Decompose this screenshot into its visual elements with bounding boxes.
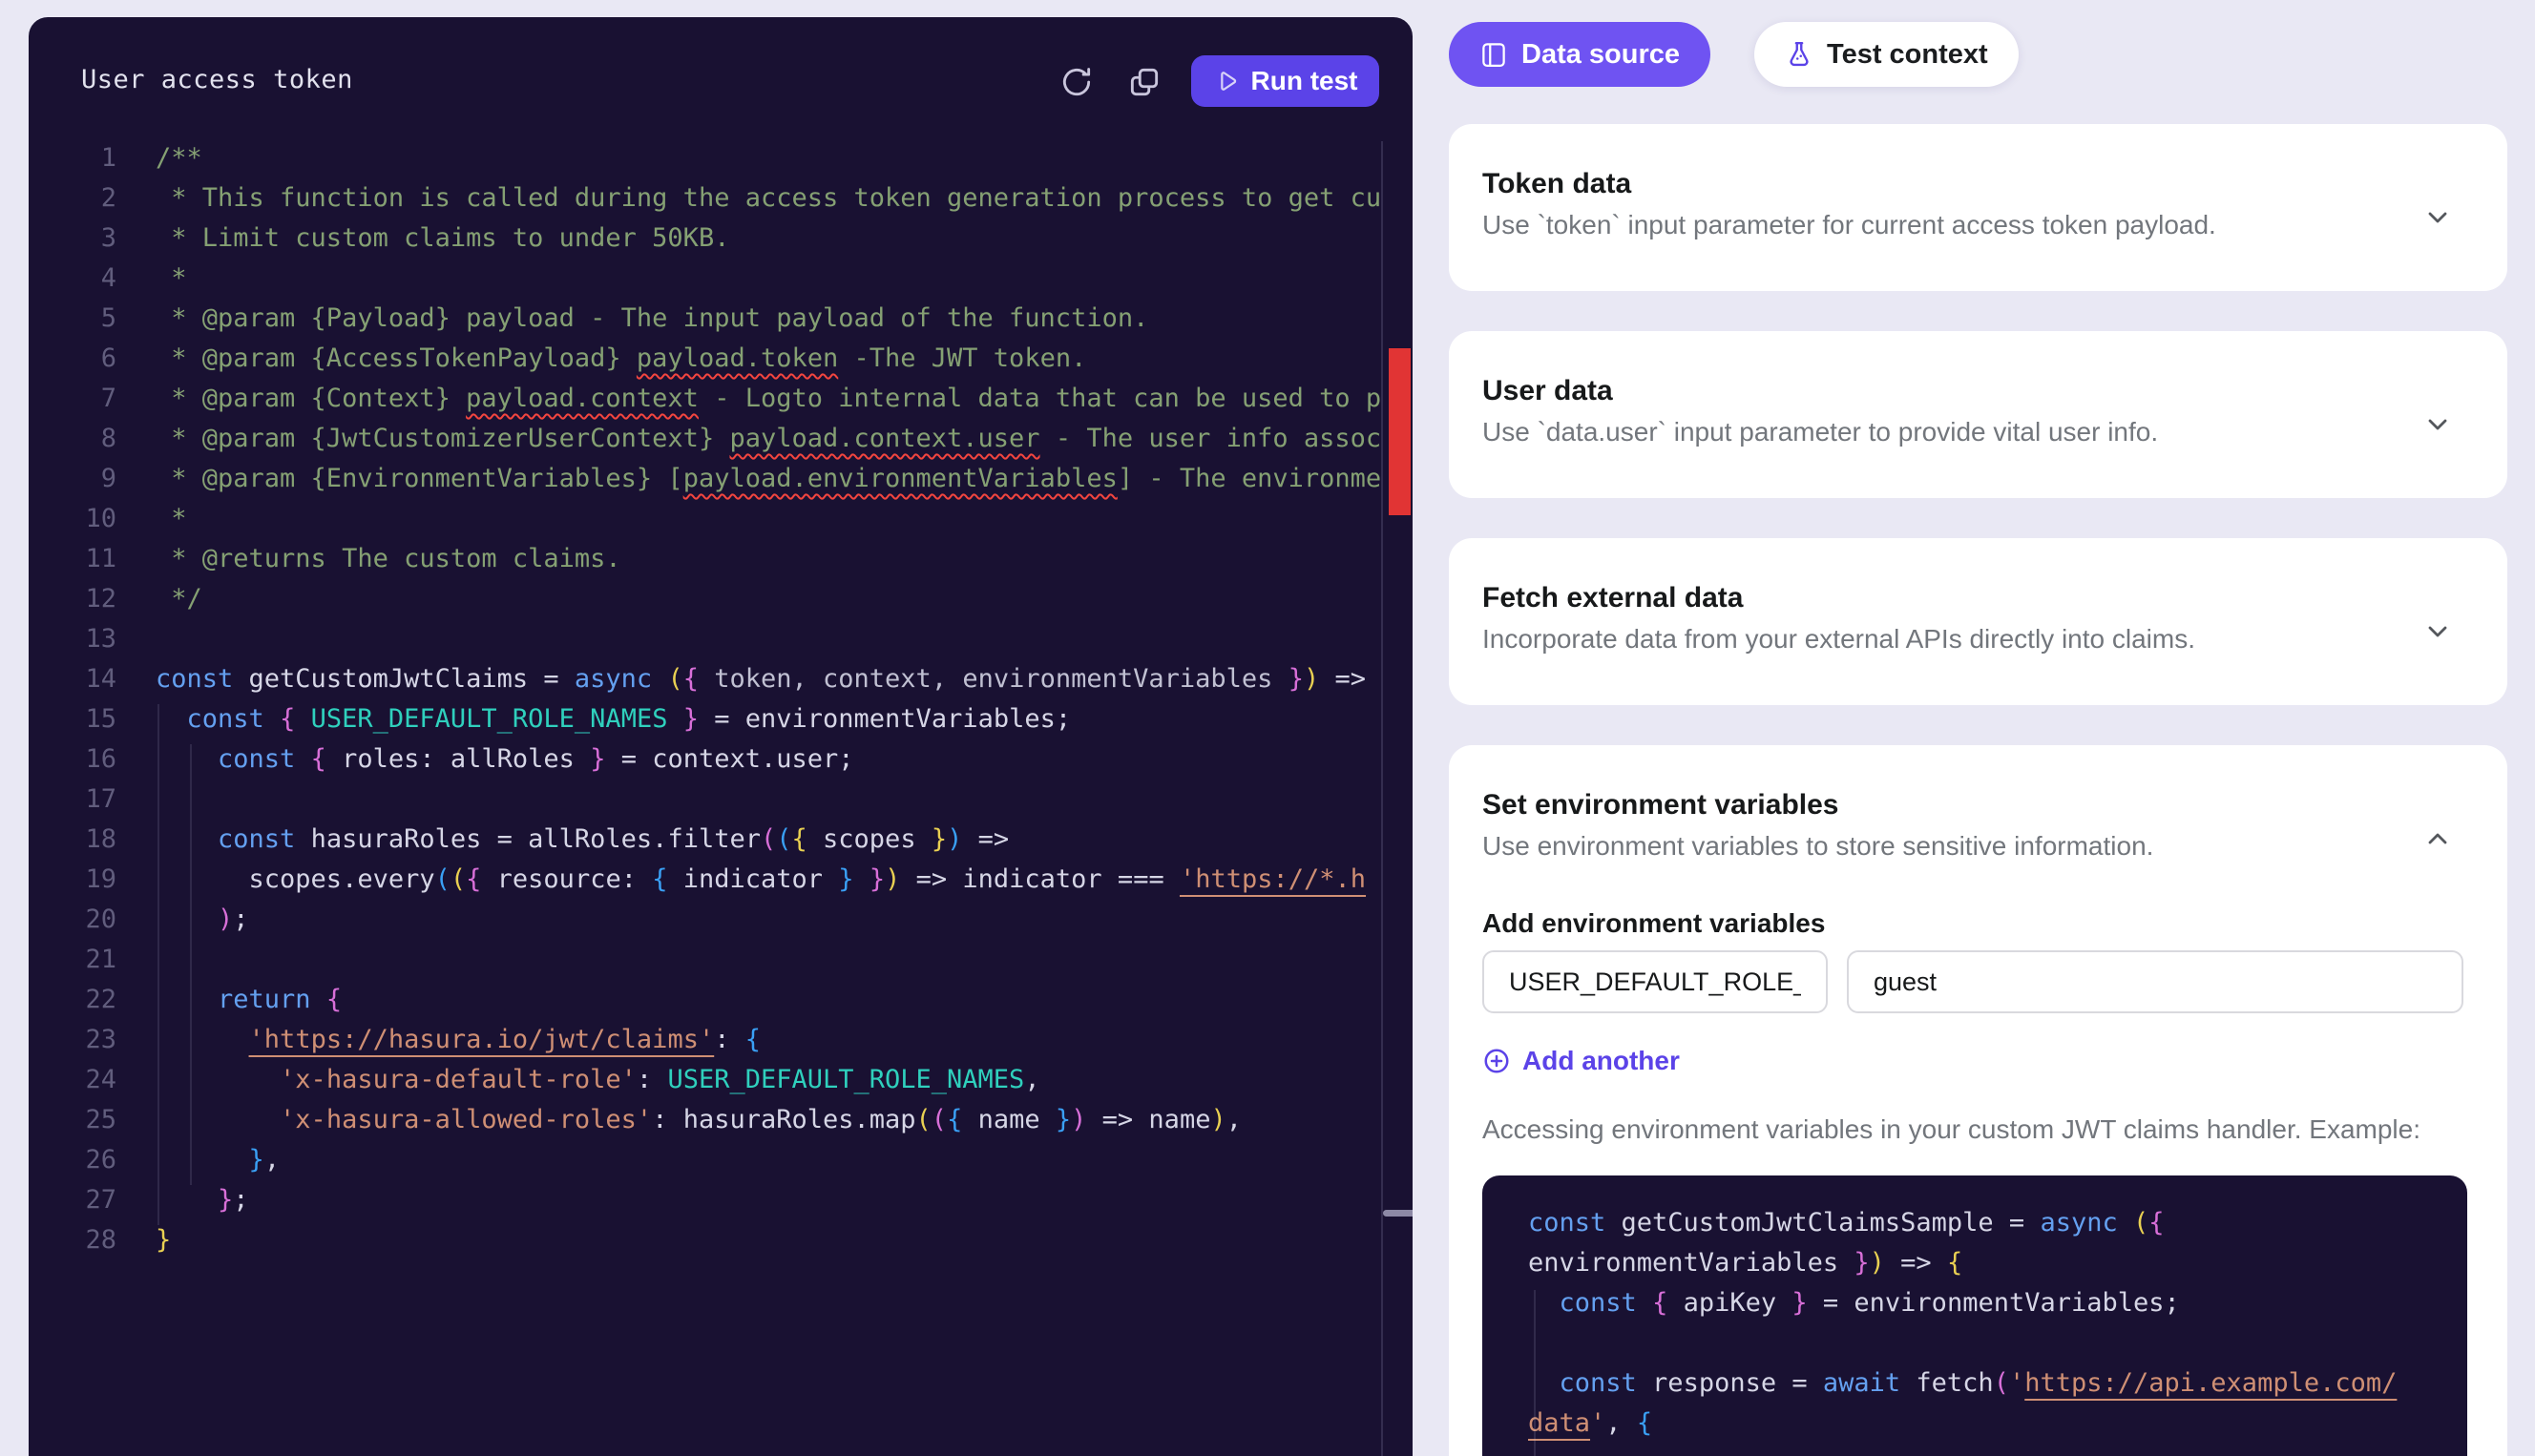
play-icon bbox=[1213, 68, 1240, 94]
card-description: Use `token` input parameter for current … bbox=[1482, 210, 2393, 240]
copy-icon bbox=[1126, 64, 1163, 100]
refresh-icon bbox=[1058, 64, 1095, 100]
copy-button[interactable] bbox=[1123, 61, 1165, 103]
card-description: Use environment variables to store sensi… bbox=[1482, 831, 2474, 862]
tab-data-source[interactable]: Data source bbox=[1449, 22, 1710, 87]
chevron-down-icon bbox=[2422, 202, 2453, 233]
card-description: Use `data.user` input parameter to provi… bbox=[1482, 417, 2393, 447]
tab-label: Data source bbox=[1521, 39, 1680, 71]
expand-button[interactable] bbox=[2422, 616, 2453, 652]
add-another-label: Add another bbox=[1522, 1046, 1680, 1076]
card-set-environment-variables: Set environment variables Use environmen… bbox=[1449, 745, 2507, 1456]
tab-test-context[interactable]: Test context bbox=[1754, 22, 2019, 87]
card-title: Fetch external data bbox=[1482, 582, 2393, 614]
card-title: Token data bbox=[1482, 168, 2393, 200]
indent-guide bbox=[157, 704, 159, 1225]
env-key-input[interactable] bbox=[1482, 950, 1828, 1013]
data-source-icon bbox=[1479, 40, 1508, 69]
panel-tabs: Data source Test context bbox=[1449, 22, 2019, 87]
code-area[interactable]: /** * This function is called during the… bbox=[29, 143, 1381, 1265]
expand-button[interactable] bbox=[2422, 202, 2453, 238]
card-title: User data bbox=[1482, 375, 2393, 407]
error-overview-marker bbox=[1389, 348, 1411, 515]
card-title: Set environment variables bbox=[1482, 789, 2474, 822]
add-another-button[interactable]: Add another bbox=[1482, 1046, 1680, 1076]
chevron-down-icon bbox=[2422, 616, 2453, 647]
editor-title: User access token bbox=[81, 65, 353, 99]
env-example-note: Accessing environment variables in your … bbox=[1482, 1114, 2474, 1145]
collapse-button[interactable] bbox=[2422, 823, 2453, 859]
add-env-variables-label: Add environment variables bbox=[1482, 908, 2474, 939]
horizontal-scrollbar-thumb[interactable] bbox=[1383, 1210, 1413, 1217]
card-description: Incorporate data from your external APIs… bbox=[1482, 624, 2393, 655]
indent-guide bbox=[190, 744, 192, 1185]
sample-code-block: const getCustomJwtClaimsSample = async (… bbox=[1482, 1175, 2467, 1456]
card-user-data[interactable]: User data Use `data.user` input paramete… bbox=[1449, 331, 2507, 498]
flask-icon bbox=[1785, 40, 1813, 69]
code-editor-panel: User access token Run test 1234567891011… bbox=[29, 17, 1413, 1456]
chevron-up-icon bbox=[2422, 823, 2453, 854]
indent-guide bbox=[1534, 1290, 1536, 1456]
run-test-button[interactable]: Run test bbox=[1191, 55, 1379, 107]
scrollbar-track bbox=[1381, 141, 1383, 1456]
env-value-input[interactable] bbox=[1847, 950, 2463, 1013]
refresh-button[interactable] bbox=[1056, 61, 1098, 103]
card-token-data[interactable]: Token data Use `token` input parameter f… bbox=[1449, 124, 2507, 291]
chevron-down-icon bbox=[2422, 409, 2453, 440]
tab-label: Test context bbox=[1827, 39, 1988, 71]
env-variable-row bbox=[1482, 950, 2474, 1013]
circle-plus-icon bbox=[1482, 1047, 1511, 1075]
run-test-label: Run test bbox=[1251, 66, 1358, 96]
card-fetch-external-data[interactable]: Fetch external data Incorporate data fro… bbox=[1449, 538, 2507, 705]
expand-button[interactable] bbox=[2422, 409, 2453, 445]
